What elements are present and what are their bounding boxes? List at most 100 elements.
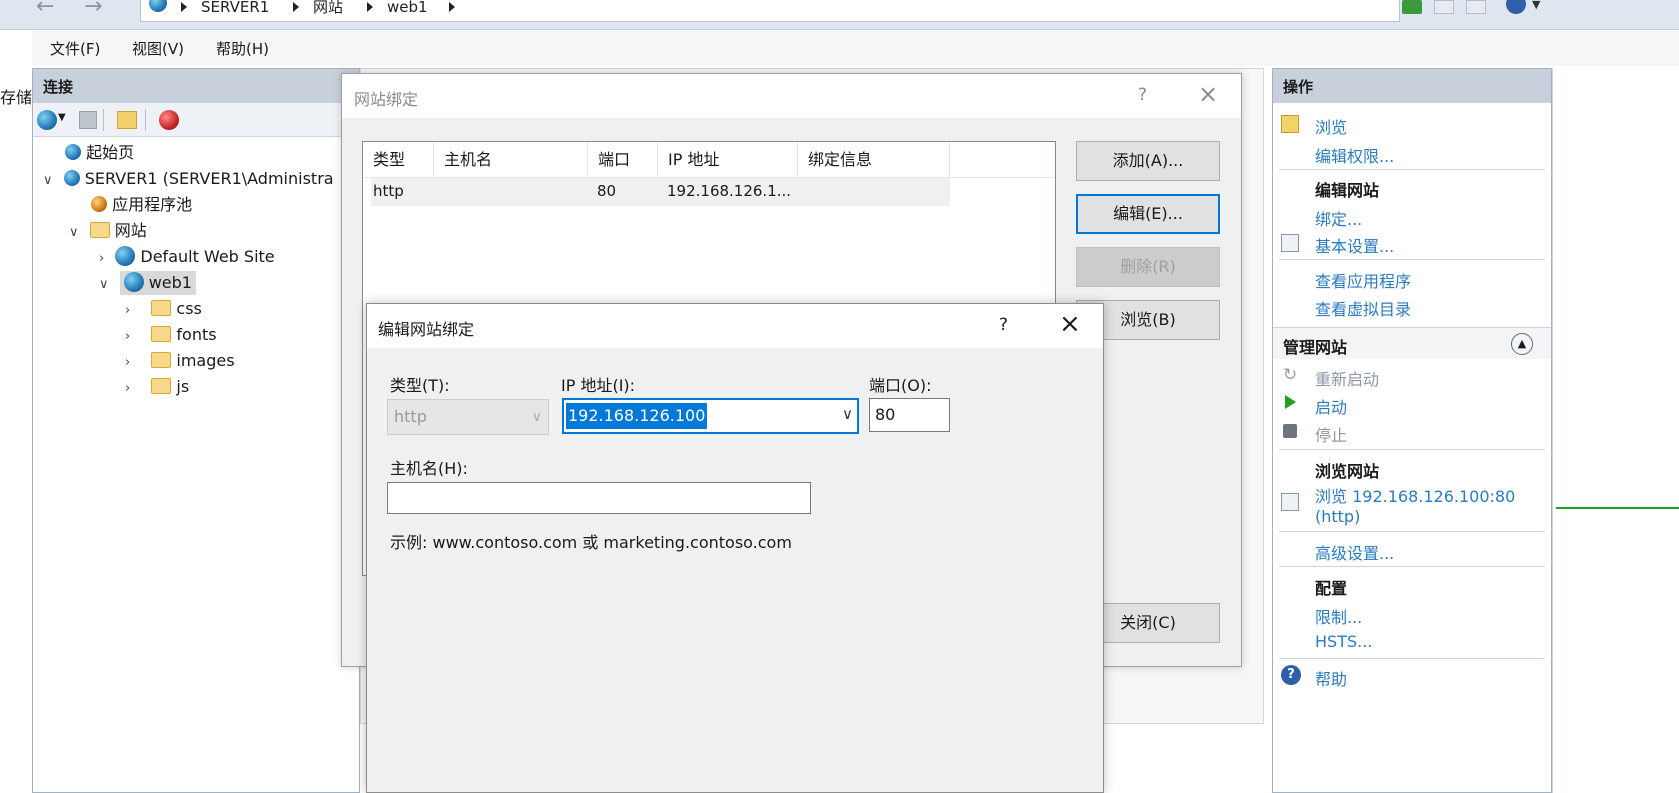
toolbar-divider — [103, 109, 104, 131]
host-input[interactable] — [387, 482, 811, 514]
port-input[interactable]: 80 — [869, 398, 950, 432]
action-browse-site-protocol[interactable]: (http) — [1315, 507, 1360, 526]
help-button[interactable]: ? — [1138, 85, 1147, 105]
breadcrumb-server[interactable]: SERVER1 — [201, 0, 269, 15]
tree-item-app-pools[interactable]: 应用程序池 — [91, 193, 353, 219]
chevron-down-icon[interactable]: ∨ — [69, 225, 79, 240]
connections-tree: 起始页 ∨ SERVER1 (SERVER1\Administra 应用程序池 … — [43, 141, 353, 401]
help-dropdown-icon[interactable]: ▼ — [1532, 0, 1540, 11]
back-button[interactable]: ← — [36, 0, 76, 22]
divider — [1279, 259, 1545, 260]
forward-button[interactable]: → — [84, 0, 124, 22]
tree-item-server[interactable]: ∨ SERVER1 (SERVER1\Administra — [43, 167, 353, 193]
connections-toolbar: ▼ — [33, 103, 359, 137]
chevron-right-icon[interactable]: › — [125, 303, 130, 318]
dialog-title: 网站绑定 — [354, 90, 419, 109]
action-browse[interactable]: 浏览 — [1315, 114, 1347, 138]
action-hsts[interactable]: HSTS... — [1315, 632, 1372, 651]
app-pool-icon — [91, 196, 107, 212]
right-edge-area — [1552, 68, 1679, 793]
type-select[interactable]: http ∨ — [387, 399, 549, 435]
save-icon[interactable] — [79, 111, 97, 129]
close-icon[interactable]: × — [1198, 80, 1218, 108]
restart-icon: ↻ — [1283, 365, 1298, 385]
action-view-vdirs[interactable]: 查看虚拟目录 — [1315, 296, 1411, 320]
chevron-down-icon[interactable]: ∨ — [842, 405, 853, 423]
tree-item-sites[interactable]: ∨ 网站 — [69, 219, 353, 245]
actions-panel: 操作 浏览 编辑权限... 编辑网站 绑定... 基本设置... 查看应用程序 … — [1272, 68, 1552, 793]
chevron-right-icon[interactable]: › — [125, 355, 130, 370]
connections-panel: 连接 ▼ 起始页 ∨ SERVER1 (SERVER1\Administra 应… — [32, 68, 360, 793]
disconnect-icon[interactable] — [159, 110, 179, 130]
edit-button[interactable]: 编辑(E)... — [1076, 194, 1220, 234]
column-header-ip[interactable]: IP 地址 — [658, 142, 798, 178]
column-header-binding-info[interactable]: 绑定信息 — [798, 142, 950, 178]
tree-item-images[interactable]: › images — [125, 349, 353, 375]
chevron-right-icon[interactable]: › — [99, 251, 104, 266]
tree-item-start-page[interactable]: 起始页 — [65, 141, 353, 167]
action-edit-permissions[interactable]: 编辑权限... — [1315, 143, 1394, 167]
left-edge-text: 存储 — [0, 88, 33, 107]
action-view-apps[interactable]: 查看应用程序 — [1315, 268, 1411, 292]
tree-item-fonts[interactable]: › fonts — [125, 323, 353, 349]
up-folder-icon[interactable] — [117, 111, 137, 129]
add-button[interactable]: 添加(A)... — [1076, 141, 1220, 181]
action-advanced-settings[interactable]: 高级设置... — [1315, 540, 1394, 564]
action-limits[interactable]: 限制... — [1315, 604, 1362, 628]
menu-help[interactable]: 帮助(H) — [216, 38, 269, 59]
action-stop[interactable]: 停止 — [1315, 422, 1347, 446]
chevron-down-icon[interactable]: ∨ — [99, 277, 109, 292]
help-icon[interactable] — [1506, 0, 1526, 14]
chevron-right-icon[interactable]: › — [125, 329, 130, 344]
basic-settings-icon — [1281, 234, 1299, 252]
breadcrumb[interactable]: SERVER1 网站 web1 — [140, 0, 1400, 22]
stop-icon[interactable] — [1434, 0, 1454, 14]
port-label: 端口(O): — [869, 376, 932, 395]
column-header-port[interactable]: 端口 — [588, 142, 658, 178]
action-restart[interactable]: 重新启动 — [1315, 366, 1379, 390]
action-help[interactable]: 帮助 — [1315, 666, 1347, 690]
tree-label: Default Web Site — [140, 247, 275, 266]
action-browse-site[interactable]: 浏览 192.168.126.100:80 — [1315, 483, 1515, 507]
action-basic-settings[interactable]: 基本设置... — [1315, 233, 1394, 257]
column-header-host[interactable]: 主机名 — [434, 142, 588, 178]
ip-label: IP 地址(I): — [561, 376, 636, 395]
collapse-icon[interactable]: ▲ — [1511, 333, 1533, 355]
tree-item-css[interactable]: › css — [125, 297, 353, 323]
breadcrumb-web1[interactable]: web1 — [387, 0, 428, 15]
ip-input[interactable]: 192.168.126.100 — [566, 403, 708, 429]
host-label: 主机名(H): — [390, 459, 468, 478]
sites-folder-icon — [89, 222, 110, 238]
refresh-icon[interactable] — [1402, 0, 1422, 14]
menu-file[interactable]: 文件(F) — [50, 38, 100, 59]
tree-item-default-web-site[interactable]: › Default Web Site — [99, 245, 353, 271]
toolbar-divider — [145, 109, 146, 131]
browse-site-icon — [1281, 493, 1299, 511]
start-icon — [1285, 395, 1296, 409]
manage-site-section: 管理网站 ▲ — [1273, 327, 1551, 359]
divider — [1279, 449, 1545, 450]
column-header-type[interactable]: 类型 — [363, 142, 434, 178]
action-bindings[interactable]: 绑定... — [1315, 206, 1362, 230]
remove-button[interactable]: 删除(R) — [1076, 247, 1220, 287]
tree-label: 起始页 — [86, 143, 135, 162]
action-start[interactable]: 启动 — [1315, 394, 1347, 418]
menu-view[interactable]: 视图(V) — [132, 38, 184, 59]
connect-icon[interactable] — [37, 110, 57, 130]
table-row[interactable]: http 80 192.168.126.1... — [371, 178, 950, 206]
chevron-right-icon[interactable]: › — [125, 381, 130, 396]
tree-item-js[interactable]: › js — [125, 375, 353, 401]
dialog-titlebar: 网站绑定 ? × — [342, 74, 1241, 118]
ip-combobox[interactable]: 192.168.126.100 ∨ — [562, 398, 859, 434]
divider — [1279, 169, 1545, 170]
breadcrumb-sites[interactable]: 网站 — [313, 0, 343, 15]
chevron-down-icon[interactable]: ∨ — [43, 173, 53, 188]
server-icon — [63, 170, 80, 186]
close-icon[interactable]: × — [1059, 309, 1081, 339]
connect-dropdown-icon[interactable]: ▼ — [58, 112, 66, 123]
breadcrumb-arrow-icon — [293, 2, 299, 12]
home-icon[interactable] — [1466, 0, 1486, 14]
start-page-icon — [65, 144, 81, 160]
tree-item-web1[interactable]: ∨ web1 — [99, 271, 353, 297]
help-button[interactable]: ? — [999, 315, 1008, 335]
